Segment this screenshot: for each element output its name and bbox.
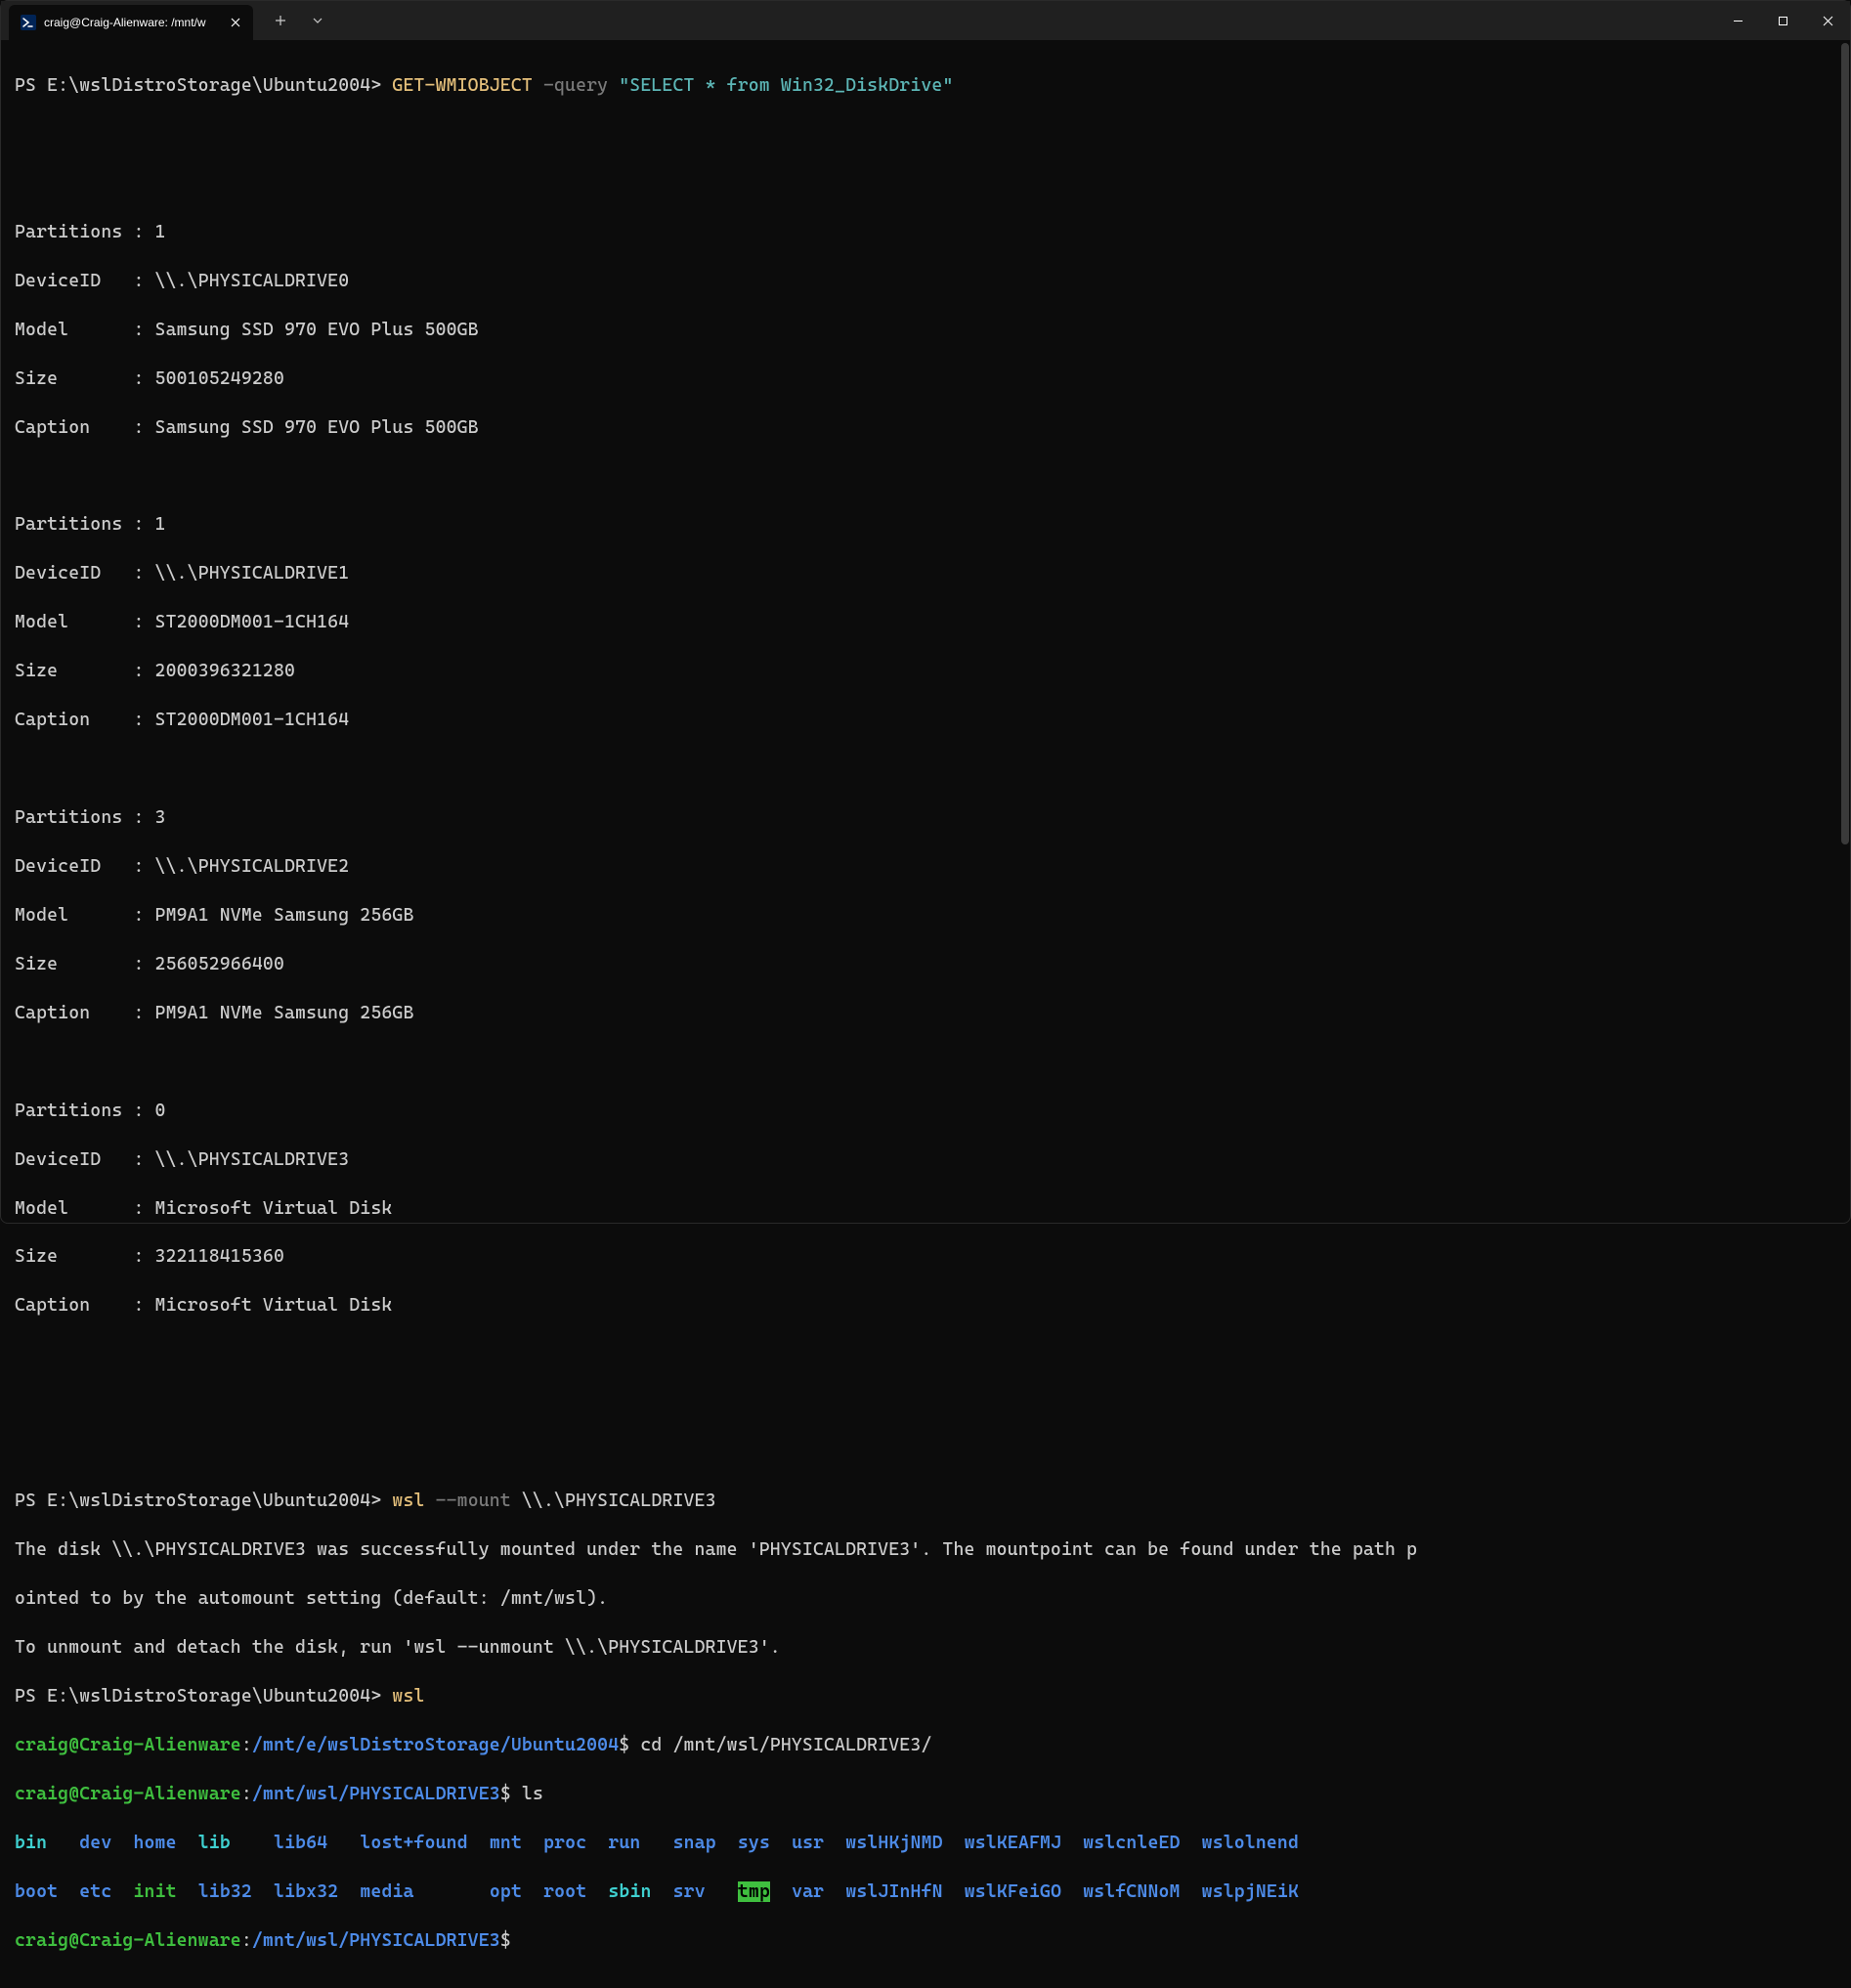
titlebar-drag-region[interactable] — [333, 1, 1715, 40]
ls-output-row1: bin dev home lib lib64 lost+found mnt pr… — [15, 1832, 1836, 1856]
scrollbar[interactable] — [1841, 43, 1849, 844]
drive3-deviceid: DeviceID : \\.\PHYSICALDRIVE3 — [15, 1148, 1836, 1173]
drive0-caption: Caption : Samsung SSD 970 EVO Plus 500GB — [15, 416, 1836, 441]
titlebar: craig@Craig-Alienware: /mnt/w — [1, 1, 1850, 40]
wsl-mount-command: PS E:\wslDistroStorage\Ubuntu2004> wsl -… — [15, 1490, 1836, 1514]
wsl-command: PS E:\wslDistroStorage\Ubuntu2004> wsl — [15, 1685, 1836, 1709]
drive2-model: Model : PM9A1 NVMe Samsung 256GB — [15, 904, 1836, 929]
minimize-button[interactable] — [1715, 1, 1760, 40]
drive2-caption: Caption : PM9A1 NVMe Samsung 256GB — [15, 1002, 1836, 1026]
tab-close-button[interactable] — [228, 15, 243, 30]
tab-title: craig@Craig-Alienware: /mnt/w — [44, 16, 220, 29]
drive1-size: Size : 2000396321280 — [15, 660, 1836, 684]
drive1-caption: Caption : ST2000DM001-1CH164 — [15, 709, 1836, 733]
tabbar-actions — [253, 1, 333, 40]
prompt-line: PS E:\wslDistroStorage\Ubuntu2004> GET-W… — [15, 74, 1836, 99]
window-controls — [1715, 1, 1850, 40]
drive2-deviceid: DeviceID : \\.\PHYSICALDRIVE2 — [15, 855, 1836, 880]
bash-cd-line: craig@Craig-Alienware:/mnt/e/wslDistroSt… — [15, 1734, 1836, 1758]
close-button[interactable] — [1805, 1, 1850, 40]
dropdown-button[interactable] — [302, 5, 333, 36]
terminal-content[interactable]: PS E:\wslDistroStorage\Ubuntu2004> GET-W… — [1, 40, 1850, 1988]
drive1-partitions: Partitions : 1 — [15, 513, 1836, 538]
drive0-partitions: Partitions : 1 — [15, 221, 1836, 245]
drive1-model: Model : ST2000DM001-1CH164 — [15, 611, 1836, 635]
new-tab-button[interactable] — [265, 5, 296, 36]
drive2-partitions: Partitions : 3 — [15, 806, 1836, 831]
drive0-model: Model : Samsung SSD 970 EVO Plus 500GB — [15, 319, 1836, 343]
drive0-deviceid: DeviceID : \\.\PHYSICALDRIVE0 — [15, 270, 1836, 294]
mount-output-3: To unmount and detach the disk, run 'wsl… — [15, 1636, 1836, 1661]
mount-output-1: The disk \\.\PHYSICALDRIVE3 was successf… — [15, 1538, 1836, 1563]
bash-prompt-idle: craig@Craig-Alienware:/mnt/wsl/PHYSICALD… — [15, 1929, 1836, 1954]
drive0-size: Size : 500105249280 — [15, 367, 1836, 392]
mount-output-2: ointed to by the automount setting (defa… — [15, 1587, 1836, 1612]
drive3-partitions: Partitions : 0 — [15, 1100, 1836, 1124]
bash-ls-line: craig@Craig-Alienware:/mnt/wsl/PHYSICALD… — [15, 1783, 1836, 1807]
tab-active[interactable]: craig@Craig-Alienware: /mnt/w — [9, 5, 253, 40]
ls-output-row2: boot etc init lib32 libx32 media opt roo… — [15, 1880, 1836, 1905]
drive2-size: Size : 256052966400 — [15, 953, 1836, 977]
drive3-size: Size : 322118415360 — [15, 1245, 1836, 1270]
drive3-model: Model : Microsoft Virtual Disk — [15, 1197, 1836, 1222]
drive3-caption: Caption : Microsoft Virtual Disk — [15, 1294, 1836, 1318]
drive1-deviceid: DeviceID : \\.\PHYSICALDRIVE1 — [15, 562, 1836, 586]
powershell-icon — [21, 15, 36, 30]
maximize-button[interactable] — [1760, 1, 1805, 40]
